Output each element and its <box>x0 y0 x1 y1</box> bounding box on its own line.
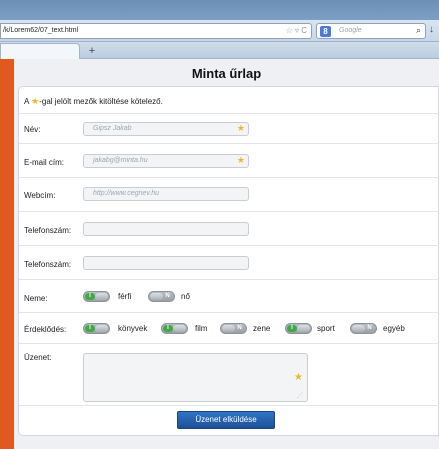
interest-toggle-konyvek[interactable]: I <box>83 323 110 334</box>
required-note-row: A ★-gal jelölt mezők kitöltése kötelező. <box>19 87 439 114</box>
tab-active[interactable] <box>0 43 80 59</box>
website-input[interactable]: http://www.cegnev.hu <box>83 187 249 201</box>
email-label: E-mail cím: <box>24 158 64 167</box>
gender-toggle-no[interactable]: N <box>148 291 175 302</box>
interest-option-sport: sport <box>317 324 335 333</box>
email-row: E-mail cím: jakabg@minta.hu ★ <box>19 144 439 178</box>
address-text: /k/Lorem62/07_text.html <box>3 27 79 34</box>
toggle-on-indicator: I <box>163 325 173 332</box>
required-note-prefix: A <box>24 97 29 106</box>
message-textarea[interactable]: ★ ⋰ <box>83 353 308 402</box>
website-label: Webcím: <box>24 191 56 200</box>
website-row: Webcím: http://www.cegnev.hu <box>19 178 439 212</box>
gender-option-ferfi: férfi <box>118 292 132 301</box>
search-icon[interactable]: ⌕ <box>416 25 421 36</box>
interests-row: Érdeklődés: I könyvek I film N zene I sp… <box>19 313 439 344</box>
resize-grip-icon[interactable]: ⋰ <box>297 392 303 399</box>
form-card: A ★-gal jelölt mezők kitöltése kötelező.… <box>18 86 439 436</box>
browser-chrome: /k/Lorem62/07_text.html ☆ ▿ C 8 Google ⌕… <box>0 0 439 64</box>
name-input[interactable]: Gipsz Jakab ★ <box>83 122 249 136</box>
message-row: Üzenet: ★ ⋰ <box>19 344 439 406</box>
interest-option-film: film <box>195 324 208 333</box>
search-engine-icon[interactable]: 8 <box>320 26 331 37</box>
page-title: Minta űrlap <box>191 66 262 81</box>
interest-toggle-egyeb[interactable]: N <box>350 323 377 334</box>
interests-label: Érdeklődés: <box>24 325 67 334</box>
toggle-knob <box>173 325 186 332</box>
interest-toggle-film[interactable]: I <box>161 323 188 334</box>
gender-label: Neme: <box>24 294 48 303</box>
gender-option-no: nő <box>181 292 190 301</box>
toggle-on-indicator: I <box>85 293 95 300</box>
name-placeholder: Gipsz Jakab <box>93 125 132 132</box>
gender-row: Neme: I férfi N nő <box>19 280 439 313</box>
phone-row-1: Telefonszám: <box>19 212 439 246</box>
toggle-knob <box>352 325 365 332</box>
interest-option-egyeb: egyéb <box>383 324 405 333</box>
required-note-suffix: -gal jelölt mezők kitöltése kötelező. <box>39 97 163 106</box>
toggle-off-indicator: N <box>367 325 372 331</box>
search-box[interactable]: 8 Google ⌕ <box>316 23 426 39</box>
message-label: Üzenet: <box>24 353 52 362</box>
submit-button[interactable]: Üzenet elküldése <box>177 411 275 429</box>
required-star-icon: ★ <box>236 155 245 165</box>
phone-row-2: Telefonszám: <box>19 246 439 280</box>
website-placeholder: http://www.cegnev.hu <box>93 190 160 197</box>
required-star-icon: ★ <box>236 123 245 133</box>
title-bar <box>0 0 439 20</box>
interest-toggle-sport[interactable]: I <box>285 323 312 334</box>
email-input[interactable]: jakabg@minta.hu ★ <box>83 154 249 168</box>
toggle-off-indicator: N <box>237 325 242 331</box>
page-content: Minta űrlap A ★-gal jelölt mezők kitölté… <box>14 59 439 449</box>
interest-toggle-zene[interactable]: N <box>220 323 247 334</box>
gender-toggle-ferfi[interactable]: I <box>83 291 110 302</box>
toggle-off-indicator: N <box>165 293 170 299</box>
phone-input-2[interactable] <box>83 256 249 270</box>
toggle-on-indicator: I <box>85 325 95 332</box>
required-note: A ★-gal jelölt mezők kitöltése kötelező. <box>24 96 163 107</box>
download-icon[interactable]: ↓ <box>429 24 434 35</box>
new-tab-button[interactable]: + <box>84 45 100 57</box>
email-placeholder: jakabg@minta.hu <box>93 157 148 164</box>
phone-label-1: Telefonszám: <box>24 226 72 235</box>
name-row: Név: Gipsz Jakab ★ <box>19 114 439 144</box>
window-edge <box>0 0 14 449</box>
toggle-knob <box>95 293 108 300</box>
phone-input-1[interactable] <box>83 222 249 236</box>
toggle-knob <box>150 293 163 300</box>
phone-label-2: Telefonszám: <box>24 260 72 269</box>
star-icon: ★ <box>31 96 40 106</box>
address-bar[interactable]: /k/Lorem62/07_text.html ☆ ▿ C <box>0 23 312 39</box>
search-placeholder: Google <box>339 27 362 34</box>
bookmark-star-icon[interactable]: ☆ ▿ C <box>286 26 307 35</box>
toggle-knob <box>222 325 235 332</box>
toggle-knob <box>95 325 108 332</box>
name-label: Név: <box>24 125 41 134</box>
interest-option-konyvek: könyvek <box>118 324 148 333</box>
toggle-on-indicator: I <box>287 325 297 332</box>
interest-option-zene: zene <box>253 324 271 333</box>
toggle-knob <box>297 325 310 332</box>
required-star-icon: ★ <box>294 372 303 383</box>
